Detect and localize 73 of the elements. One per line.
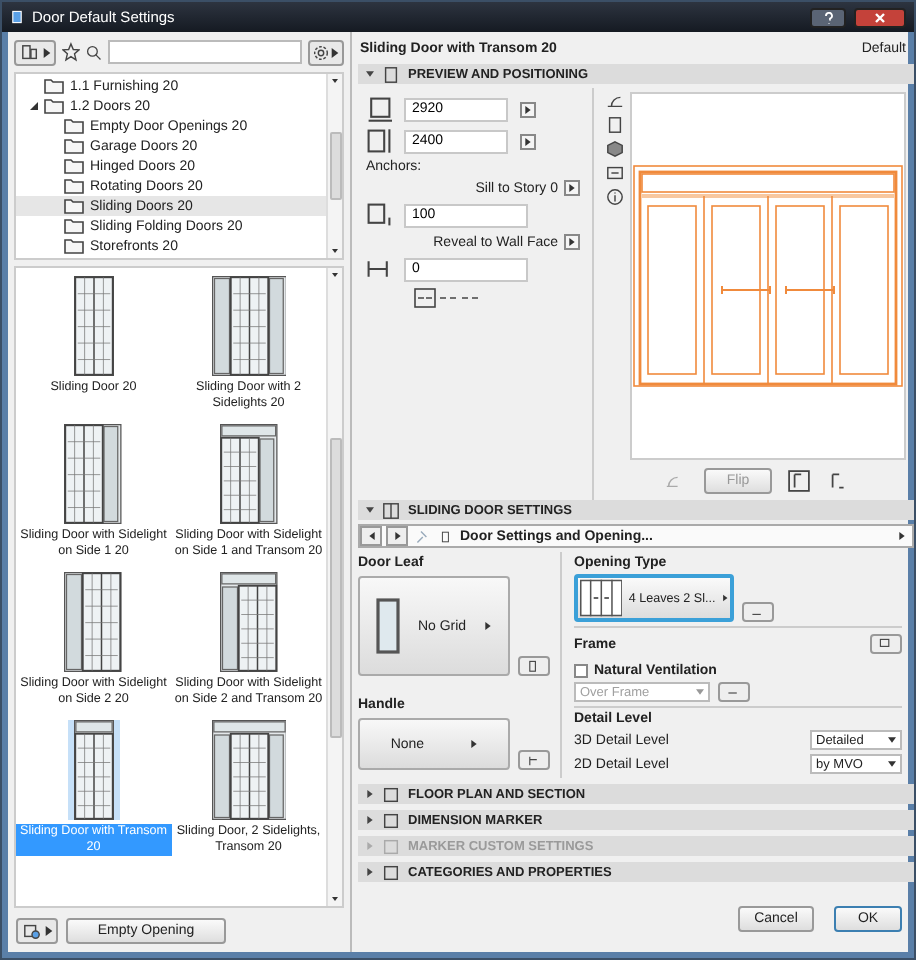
expand-arrow-icon[interactable] — [366, 790, 374, 798]
dropdown-arrow-icon — [888, 760, 896, 768]
library-icon — [18, 43, 42, 61]
reveal-anchor-button[interactable] — [564, 234, 580, 250]
favorites-icon[interactable] — [62, 42, 80, 62]
right-arrow-icon — [721, 594, 728, 602]
right-arrow-icon — [568, 184, 576, 192]
info-icon — [605, 188, 623, 206]
right-arrow-icon — [42, 47, 52, 57]
options-icon — [526, 753, 542, 767]
options-icon — [526, 659, 542, 673]
collapse-arrow-icon[interactable] — [30, 102, 38, 110]
door-thumbnail-icon — [211, 276, 286, 376]
collapse-arrow-icon[interactable] — [366, 506, 374, 514]
cube-icon — [605, 140, 623, 158]
expand-arrow-icon[interactable] — [366, 868, 374, 876]
door-thumbnail-icon — [219, 424, 278, 524]
object-icon — [20, 921, 44, 939]
right-arrow-icon — [568, 238, 576, 246]
width-icon — [366, 96, 392, 122]
preview-icon — [382, 65, 400, 83]
handle-options-button[interactable] — [518, 750, 550, 770]
door-thumbnail-icon — [73, 276, 114, 376]
scroll-down-icon — [332, 896, 338, 902]
library-view-button[interactable] — [14, 39, 56, 65]
options-icon — [878, 637, 894, 651]
door-settings-icon — [382, 501, 400, 519]
door-thumbnail-icon — [64, 424, 123, 524]
door-thumbnail-icon — [73, 720, 114, 820]
sill-height-icon — [366, 202, 392, 228]
ventilation-options-button[interactable] — [718, 682, 750, 702]
right-arrow-icon — [469, 740, 478, 748]
four-leaf-door-icon — [580, 578, 623, 618]
dropdown-arrow-icon — [888, 736, 896, 744]
reveal-depth-icon — [366, 256, 392, 282]
mirror-icon — [826, 469, 848, 491]
right-arrow-icon — [524, 137, 532, 145]
door-thumbnail-icon — [211, 720, 286, 820]
width-menu-button[interactable] — [520, 101, 536, 117]
close-button[interactable] — [854, 7, 906, 27]
door-thumbnail-icon — [219, 572, 278, 672]
checkbox[interactable] — [574, 664, 588, 678]
height-menu-button[interactable] — [520, 133, 536, 149]
settings-button[interactable] — [308, 39, 344, 65]
section-view-icon — [605, 164, 623, 182]
door-app-icon — [10, 8, 24, 26]
search-field[interactable] — [108, 40, 302, 64]
settings-icon — [312, 43, 330, 61]
anchor-options-icon — [414, 288, 482, 308]
object-menu-button[interactable] — [16, 917, 58, 943]
right-arrow-icon — [483, 622, 492, 630]
mirror-icon — [788, 469, 810, 491]
right-arrow-icon — [524, 105, 532, 113]
search-icon — [85, 43, 102, 61]
door-leaf-options-button[interactable] — [518, 656, 550, 676]
collapse-arrow-icon[interactable] — [366, 70, 374, 78]
right-arrow-icon — [330, 47, 340, 57]
scroll-down-icon — [332, 248, 338, 254]
right-arrow-icon — [44, 925, 54, 935]
help-button[interactable] — [810, 7, 846, 27]
scrollbar[interactable] — [326, 268, 342, 906]
frame-options-button[interactable] — [870, 634, 902, 654]
height-icon — [366, 128, 392, 154]
elevation-view-icon — [605, 116, 623, 134]
close-icon — [874, 11, 886, 23]
expand-arrow-icon[interactable] — [366, 816, 374, 824]
scrollbar[interactable] — [326, 74, 342, 258]
help-icon — [823, 11, 833, 23]
door-thumbnail-icon — [64, 572, 123, 672]
plan-view-icon — [605, 92, 623, 110]
sill-anchor-button[interactable] — [564, 180, 580, 196]
door-leaf-icon — [376, 598, 401, 654]
dropdown-arrow-icon — [696, 688, 704, 696]
